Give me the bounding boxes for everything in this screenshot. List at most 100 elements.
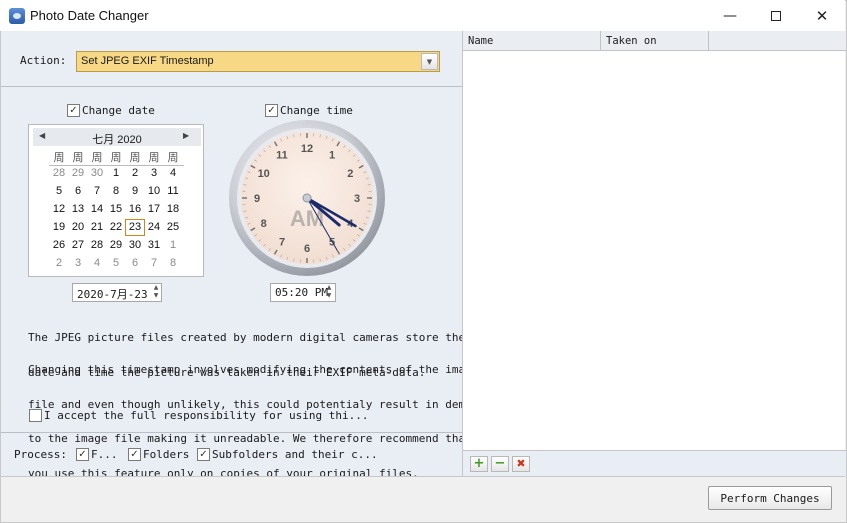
calendar-day[interactable]: 29 bbox=[106, 237, 126, 254]
calendar-day[interactable]: 8 bbox=[163, 255, 183, 272]
maximize-button[interactable] bbox=[753, 0, 799, 31]
weekday-label: 周 bbox=[129, 151, 141, 164]
calendar-day[interactable]: 2 bbox=[49, 255, 69, 272]
weekday-label: 周 bbox=[148, 151, 160, 164]
minimize-button[interactable]: — bbox=[707, 0, 753, 31]
accept-label: I accept the full responsibility for usi… bbox=[44, 409, 369, 422]
calendar-day[interactable]: 6 bbox=[125, 255, 145, 272]
calendar-day[interactable]: 21 bbox=[87, 219, 107, 236]
clock-number: 1 bbox=[329, 150, 335, 162]
calendar-day[interactable]: 30 bbox=[87, 165, 107, 182]
clear-icon[interactable]: ✖ bbox=[512, 456, 530, 472]
calendar-day[interactable]: 3 bbox=[144, 165, 164, 182]
close-button[interactable]: ✕ bbox=[799, 0, 845, 31]
weekday-label: 周 bbox=[110, 151, 122, 164]
clock-number: 9 bbox=[254, 193, 260, 205]
calendar[interactable]: ◀ 七月 2020 ▶ 周周周周周周周 28 29 30 1 2 3 4 5 6 7 8 9 10 11 1… bbox=[28, 124, 204, 277]
description-line: Changing this timestamp involves modifyi… bbox=[28, 363, 479, 376]
process-files-label: F... bbox=[91, 448, 118, 461]
weekday-label: 周 bbox=[53, 151, 65, 164]
action-selected-value: Set JPEG EXIF Timestamp bbox=[81, 55, 214, 67]
window-title: Photo Date Changer bbox=[30, 8, 149, 23]
calendar-day[interactable]: 18 bbox=[163, 201, 183, 218]
action-label: Action: bbox=[20, 54, 67, 67]
accept-checkbox[interactable] bbox=[29, 409, 42, 422]
calendar-day[interactable]: 20 bbox=[68, 219, 88, 236]
column-header-taken-on[interactable]: Taken on bbox=[601, 31, 709, 51]
calendar-day[interactable]: 30 bbox=[125, 237, 145, 254]
add-icon[interactable]: + bbox=[470, 456, 488, 472]
calendar-day[interactable]: 13 bbox=[68, 201, 88, 218]
calendar-day-selected[interactable]: 23 bbox=[125, 219, 145, 236]
calendar-day[interactable]: 8 bbox=[106, 183, 126, 200]
calendar-day[interactable]: 14 bbox=[87, 201, 107, 218]
chevron-right-icon[interactable]: ▶ bbox=[183, 131, 189, 140]
calendar-day[interactable]: 25 bbox=[163, 219, 183, 236]
change-time-checkbox[interactable]: ✓ bbox=[265, 104, 278, 117]
weekday-label: 周 bbox=[91, 151, 103, 164]
clock-number: 10 bbox=[258, 168, 270, 180]
calendar-day[interactable]: 1 bbox=[163, 237, 183, 254]
panel-divider bbox=[1, 86, 462, 87]
process-label: Process: bbox=[14, 448, 67, 461]
process-folders-checkbox[interactable]: ✓ bbox=[128, 448, 141, 461]
calendar-day[interactable]: 22 bbox=[106, 219, 126, 236]
time-spinner[interactable]: ▲ ▼ bbox=[324, 284, 334, 301]
perform-changes-button[interactable]: Perform Changes bbox=[708, 486, 832, 510]
calendar-header: ◀ 七月 2020 ▶ bbox=[33, 128, 201, 146]
minimize-icon: — bbox=[723, 7, 737, 24]
calendar-day[interactable]: 11 bbox=[163, 183, 183, 200]
chevron-down-icon[interactable]: ▼ bbox=[421, 53, 438, 70]
app-camera-icon bbox=[9, 8, 25, 24]
calendar-day[interactable]: 28 bbox=[87, 237, 107, 254]
process-folders-label: Folders bbox=[143, 448, 190, 461]
calendar-day[interactable]: 27 bbox=[68, 237, 88, 254]
description-line: to the image file making it unreadable. … bbox=[28, 432, 472, 445]
calendar-day[interactable]: 29 bbox=[68, 165, 88, 182]
change-time-label: Change time bbox=[280, 104, 353, 117]
calendar-day[interactable]: 7 bbox=[87, 183, 107, 200]
process-subfolders-label: Subfolders and their c... bbox=[212, 448, 378, 461]
calendar-day[interactable]: 4 bbox=[87, 255, 107, 272]
calendar-day[interactable]: 26 bbox=[49, 237, 69, 254]
date-value: 2020-7月-23 bbox=[77, 288, 148, 301]
clock-number: 8 bbox=[261, 218, 267, 230]
calendar-day[interactable]: 3 bbox=[68, 255, 88, 272]
calendar-day[interactable]: 10 bbox=[144, 183, 164, 200]
calendar-day[interactable]: 5 bbox=[49, 183, 69, 200]
calendar-day[interactable]: 31 bbox=[144, 237, 164, 254]
remove-icon[interactable]: − bbox=[491, 456, 509, 472]
change-date-checkbox[interactable]: ✓ bbox=[67, 104, 80, 117]
calendar-day[interactable]: 9 bbox=[125, 183, 145, 200]
column-header-name[interactable]: Name bbox=[463, 31, 601, 51]
calendar-day[interactable]: 2 bbox=[125, 165, 145, 182]
clock-number: 2 bbox=[347, 168, 353, 180]
change-date-label: Change date bbox=[82, 104, 155, 117]
process-files-checkbox[interactable]: ✓ bbox=[76, 448, 89, 461]
calendar-day[interactable]: 12 bbox=[49, 201, 69, 218]
calendar-day[interactable]: 7 bbox=[144, 255, 164, 272]
calendar-day[interactable]: 1 bbox=[106, 165, 126, 182]
file-list[interactable]: Name Taken on + − ✖ bbox=[462, 31, 846, 476]
calendar-day[interactable]: 5 bbox=[106, 255, 126, 272]
calendar-month[interactable]: 七月 2020 bbox=[33, 131, 201, 147]
process-subfolders-checkbox[interactable]: ✓ bbox=[197, 448, 210, 461]
action-dropdown[interactable]: Set JPEG EXIF Timestamp bbox=[76, 51, 440, 72]
calendar-day[interactable]: 17 bbox=[144, 201, 164, 218]
calendar-day[interactable]: 24 bbox=[144, 219, 164, 236]
calendar-day[interactable]: 19 bbox=[49, 219, 69, 236]
clock-number: 7 bbox=[279, 236, 285, 248]
calendar-day[interactable]: 4 bbox=[163, 165, 183, 182]
date-spinner[interactable]: ▲ ▼ bbox=[151, 284, 161, 301]
date-field[interactable]: 2020-7月-23 bbox=[72, 283, 162, 302]
maximize-icon bbox=[771, 10, 781, 21]
clock-number: 3 bbox=[354, 193, 360, 205]
calendar-day[interactable]: 15 bbox=[106, 201, 126, 218]
calendar-day[interactable]: 28 bbox=[49, 165, 69, 182]
calendar-day[interactable]: 16 bbox=[125, 201, 145, 218]
calendar-day[interactable]: 6 bbox=[68, 183, 88, 200]
clock-center bbox=[302, 193, 312, 203]
analog-clock[interactable]: 121234567891011 AM bbox=[228, 119, 386, 277]
weekday-label: 周 bbox=[72, 151, 84, 164]
clock-number: 12 bbox=[301, 143, 313, 155]
